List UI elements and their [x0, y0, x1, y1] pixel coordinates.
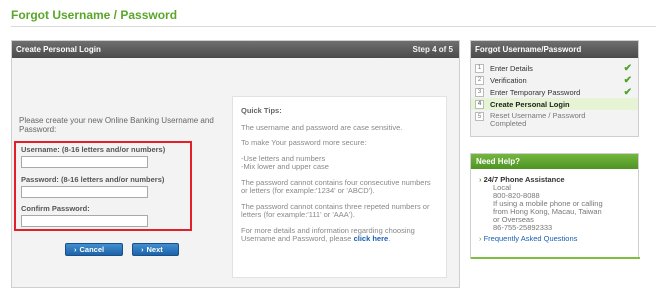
tip-consecutive: The password cannot contains four consec…: [241, 177, 431, 195]
progress-title: Forgot Username/Password: [471, 41, 638, 58]
step-label: Enter Details: [490, 63, 533, 73]
step-number: 3: [475, 87, 484, 97]
step-number: 1: [475, 63, 484, 73]
step-item: 3 Enter Temporary Password ✔: [471, 86, 638, 98]
next-button[interactable]: › Next: [132, 243, 179, 256]
tip-more-info-end: .: [388, 234, 391, 243]
click-here-link[interactable]: click here: [354, 234, 389, 243]
step-number: 2: [475, 75, 484, 85]
username-input[interactable]: [21, 156, 148, 168]
title-divider: [11, 26, 656, 27]
tip-mixed-case: -Mix lower and upper case: [241, 162, 329, 171]
panel-body: Please create your new Online Banking Us…: [12, 58, 459, 288]
help-sidebar: Need Help? 24/7 Phone Assistance Local 8…: [470, 153, 640, 259]
check-icon: ✔: [623, 86, 632, 98]
cancel-button[interactable]: › Cancel: [65, 243, 123, 256]
help-divider: [471, 257, 640, 259]
tip-more-info: For more details and information regardi…: [241, 226, 438, 244]
page-title: Forgot Username / Password: [11, 8, 178, 22]
step-item-current: 4 Create Personal Login: [471, 98, 638, 110]
panel-title: Create Personal Login: [16, 45, 101, 54]
tip-case-sensitive: The username and password are case sensi…: [241, 122, 403, 132]
help-body: 24/7 Phone Assistance Local 800-820-8088…: [471, 169, 638, 243]
username-label: Username: (8-16 letters and/or numbers): [21, 145, 166, 154]
step-item: 2 Verification ✔: [471, 74, 638, 86]
instructions-text: Please create your new Online Banking Us…: [19, 116, 214, 134]
panel-header: Create Personal Login Step 4 of 5: [12, 41, 459, 58]
chevron-right-icon: ›: [141, 245, 144, 254]
confirm-password-label: Confirm Password:: [21, 204, 90, 213]
step-indicator: Step 4 of 5: [412, 45, 453, 54]
step-item: 1 Enter Details ✔: [471, 62, 638, 74]
check-icon: ✔: [623, 62, 632, 74]
password-input[interactable]: [21, 186, 148, 198]
progress-sidebar: Forgot Username/Password 1 Enter Details…: [470, 40, 639, 137]
password-label: Password: (8-16 letters and/or numbers): [21, 175, 165, 184]
faq-link[interactable]: Frequently Asked Questions: [479, 235, 638, 243]
credentials-form: Username: (8-16 letters and/or numbers) …: [14, 141, 192, 231]
step-list: 1 Enter Details ✔ 2 Verification ✔ 3 Ent…: [471, 58, 638, 132]
check-icon: ✔: [623, 74, 632, 86]
tips-title: Quick Tips:: [241, 106, 282, 115]
confirm-password-input[interactable]: [21, 215, 148, 227]
username-field: Username: (8-16 letters and/or numbers): [21, 145, 165, 168]
step-label: Create Personal Login: [490, 99, 570, 109]
password-field: Password: (8-16 letters and/or numbers): [21, 175, 164, 198]
create-login-panel: Create Personal Login Step 4 of 5 Please…: [11, 40, 460, 288]
step-number: 4: [475, 99, 484, 109]
step-item: 5 Reset Username / Password Completed: [471, 110, 638, 132]
tip-repeated: The password cannot contains three repet…: [241, 201, 430, 219]
step-label: Verification: [490, 75, 527, 85]
chevron-right-icon: ›: [74, 245, 77, 254]
tip-rules: -Use letters and numbers -Mix lower and …: [241, 154, 438, 172]
step-label: Enter Temporary Password: [490, 87, 581, 97]
next-button-label: Next: [146, 245, 163, 254]
cancel-button-label: Cancel: [79, 245, 105, 254]
help-line: 86-755-25892333: [493, 223, 553, 232]
quick-tips-box: Quick Tips: The username and password ar…: [232, 96, 447, 278]
help-title: Need Help?: [471, 154, 638, 169]
step-number: 5: [475, 112, 484, 121]
step-label: Reset Username / Password Completed: [490, 111, 586, 128]
confirm-password-field: Confirm Password:: [21, 204, 148, 227]
phone-details: Local 800-820-8088 If using a mobile pho…: [479, 184, 638, 232]
tip-secure-heading: To make Your password more secure:: [241, 138, 367, 147]
